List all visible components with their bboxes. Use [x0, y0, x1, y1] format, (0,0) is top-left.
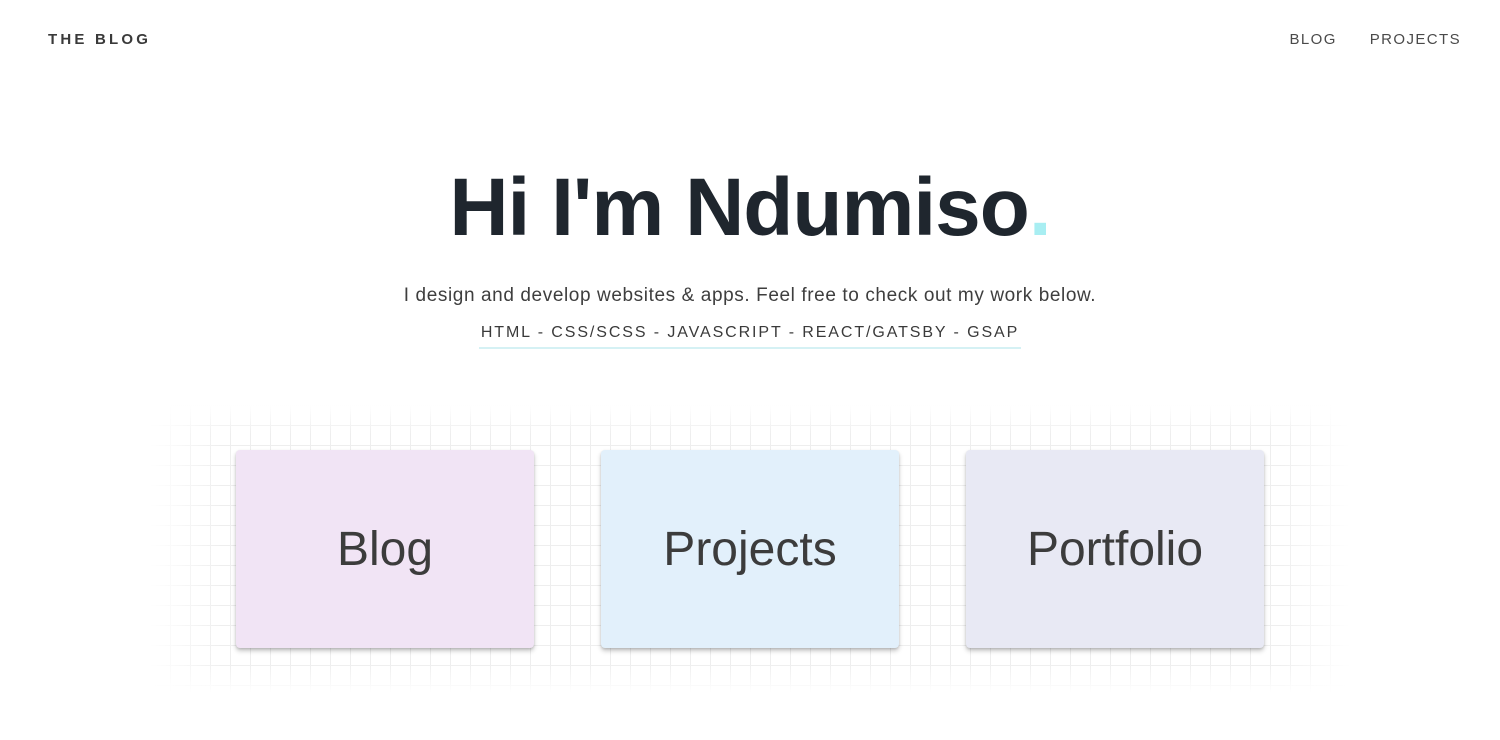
card-projects[interactable]: Projects: [601, 450, 899, 648]
site-header: THE BLOG BLOG PROJECTS: [0, 0, 1500, 80]
nav-link-projects[interactable]: PROJECTS: [1370, 31, 1461, 48]
main-nav: BLOG PROJECTS: [1289, 31, 1461, 48]
card-portfolio[interactable]: Portfolio: [966, 450, 1264, 648]
hero-tagline: I design and develop websites & apps. Fe…: [403, 285, 1097, 306]
card-blog[interactable]: Blog: [236, 450, 534, 648]
page: THE BLOG BLOG PROJECTS Hi I'm Ndumiso. I…: [0, 0, 1500, 740]
brand-logo-link[interactable]: THE BLOG: [48, 31, 151, 48]
hero-section: Hi I'm Ndumiso.: [0, 158, 1500, 258]
card-portfolio-label: Portfolio: [1026, 522, 1204, 576]
card-projects-label: Projects: [663, 522, 837, 576]
hero-heading: Hi I'm Ndumiso.: [0, 158, 1500, 258]
skills-list: HTML - CSS/SCSS - JAVASCRIPT - REACT/GAT…: [478, 324, 1022, 349]
card-blog-label: Blog: [336, 522, 434, 576]
nav-link-blog[interactable]: BLOG: [1289, 31, 1336, 48]
hero-accent-dot: .: [1028, 162, 1052, 253]
skills-container: HTML - CSS/SCSS - JAVASCRIPT - REACT/GAT…: [0, 324, 1500, 349]
hero-name: Hi I'm Ndumiso: [449, 162, 1030, 253]
